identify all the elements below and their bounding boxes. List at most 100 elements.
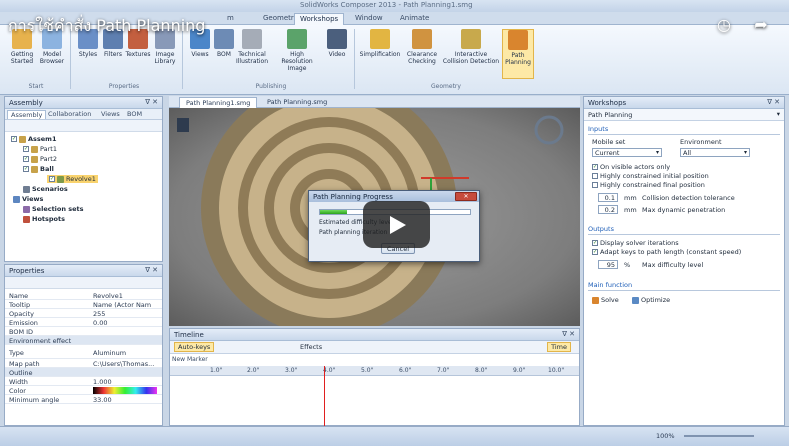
environment-select[interactable]: All bbox=[680, 148, 750, 157]
tab-window[interactable]: Window bbox=[350, 13, 388, 25]
penetration-label: Max dynamic penetration bbox=[642, 206, 726, 214]
color-swatch[interactable] bbox=[93, 387, 157, 394]
pin-icon[interactable]: ∇ ✕ bbox=[767, 98, 780, 106]
checkbox-icon[interactable]: ✓ bbox=[11, 136, 17, 142]
tick-label: 7.0" bbox=[437, 367, 450, 374]
checkbox-icon[interactable] bbox=[592, 173, 598, 179]
auto-keys-button[interactable]: Auto-keys bbox=[174, 342, 215, 352]
checkbox-icon[interactable]: ✓ bbox=[49, 176, 55, 182]
tree-item-selection-sets[interactable]: Selection sets bbox=[23, 205, 84, 213]
tick-label: 3.0" bbox=[285, 367, 298, 374]
checkbox-icon[interactable]: ✓ bbox=[23, 166, 29, 172]
pin-icon[interactable]: ∇ ✕ bbox=[145, 98, 158, 106]
assembly-toolbar bbox=[5, 120, 162, 132]
property-row[interactable]: Name Revolve1 bbox=[5, 291, 162, 300]
tab-m[interactable]: m bbox=[222, 13, 239, 25]
property-row[interactable]: Emission 0.00 bbox=[5, 318, 162, 327]
tab-collaboration[interactable]: Collaboration bbox=[45, 110, 94, 118]
close-icon[interactable]: ✕ bbox=[455, 192, 477, 201]
assembly-panel: Assembly ∇ ✕ Assembly Collaboration View… bbox=[4, 96, 163, 262]
tree-item-hotspots[interactable]: Hotspots bbox=[23, 215, 65, 223]
final-position-checkbox[interactable]: Highly constrained final position bbox=[592, 181, 705, 189]
property-section[interactable]: Environment effect bbox=[5, 336, 162, 345]
film-icon bbox=[327, 29, 347, 49]
pin-icon[interactable]: ∇ ✕ bbox=[145, 266, 158, 274]
tick-label: 8.0" bbox=[475, 367, 488, 374]
difficulty-label: Max difficulty level bbox=[642, 261, 704, 269]
checkbox-icon[interactable] bbox=[592, 182, 598, 188]
save-view-icon bbox=[177, 118, 189, 132]
time-button[interactable]: Time bbox=[547, 342, 571, 352]
share-icon[interactable]: ➦ bbox=[751, 15, 771, 35]
playhead[interactable] bbox=[324, 366, 325, 426]
tree-item-revolve1[interactable]: ✓ Revolve1 bbox=[47, 175, 98, 183]
tab-path-planning1[interactable]: Path Planning1.smg bbox=[179, 97, 258, 108]
tree-item-part2[interactable]: ✓ Part2 bbox=[23, 155, 57, 163]
tree-item-ball[interactable]: ✓ Ball bbox=[23, 165, 54, 173]
zoom-level: 100% bbox=[656, 432, 675, 440]
difficulty-input[interactable]: 95 bbox=[598, 260, 618, 269]
illustration-icon bbox=[242, 29, 262, 49]
tab-assembly[interactable]: Assembly bbox=[7, 110, 47, 119]
environment-label: Environment bbox=[680, 138, 722, 146]
collision-detection-button[interactable]: Interactive Collision Detection bbox=[442, 29, 500, 65]
checkbox-icon[interactable]: ✓ bbox=[592, 240, 598, 246]
tab-views[interactable]: Views bbox=[98, 110, 123, 118]
part-node-icon bbox=[31, 145, 38, 153]
clock-icon[interactable]: ◷ bbox=[714, 15, 734, 35]
tree-item-assem1[interactable]: ✓ Assem1 bbox=[11, 135, 56, 143]
zoom-slider[interactable] bbox=[684, 435, 754, 437]
display-iterations-checkbox[interactable]: ✓ Display solver iterations bbox=[592, 239, 679, 247]
property-row[interactable]: Minimum angle 33.00 bbox=[5, 395, 162, 404]
solve-button[interactable]: Solve bbox=[592, 296, 619, 304]
property-section[interactable]: Outline bbox=[5, 368, 162, 377]
simplification-button[interactable]: Simplification bbox=[358, 29, 402, 58]
tree-item-part1[interactable]: ✓ Part1 bbox=[23, 145, 57, 153]
property-row[interactable]: Type Aluminum bbox=[5, 345, 162, 359]
effects-button[interactable]: Effects bbox=[300, 343, 322, 351]
property-row[interactable]: Tooltip Name (Actor Nam bbox=[5, 300, 162, 309]
visible-actors-checkbox[interactable]: ✓ On visible actors only bbox=[592, 163, 670, 171]
mobile-set-select[interactable]: Current bbox=[592, 148, 662, 157]
property-row[interactable]: BOM ID bbox=[5, 327, 162, 336]
clearance-checking-button[interactable]: Clearance Checking bbox=[404, 29, 440, 65]
adapt-keys-checkbox[interactable]: ✓ Adapt keys to path length (constant spe… bbox=[592, 248, 741, 256]
tab-animate[interactable]: Animate bbox=[395, 13, 434, 25]
timeline-ruler[interactable]: 1.0" 2.0" 3.0" 4.0" 5.0" 6.0" 7.0" 8.0" … bbox=[170, 366, 579, 376]
tolerance-input[interactable]: 0.1 bbox=[598, 193, 618, 202]
checkbox-icon[interactable]: ✓ bbox=[592, 164, 598, 170]
property-row[interactable]: Color bbox=[5, 386, 162, 395]
path-planning-button[interactable]: Path Planning bbox=[502, 29, 534, 79]
group-label-properties: Properties bbox=[108, 83, 140, 90]
checkbox-icon[interactable]: ✓ bbox=[23, 146, 29, 152]
initial-position-checkbox[interactable]: Highly constrained initial position bbox=[592, 172, 709, 180]
property-row[interactable]: Map path C:\Users\Thomas... bbox=[5, 359, 162, 368]
tab-path-planning[interactable]: Path Planning.smg bbox=[261, 97, 333, 108]
pin-icon[interactable]: ∇ ✕ bbox=[562, 330, 575, 338]
checkbox-icon[interactable]: ✓ bbox=[592, 249, 598, 255]
tolerance-unit: mm bbox=[624, 194, 637, 202]
video-play-button[interactable] bbox=[363, 201, 430, 248]
tab-bom[interactable]: BOM bbox=[124, 110, 145, 118]
workshop-selector[interactable]: Path Planning ▾ bbox=[584, 109, 784, 121]
penetration-input[interactable]: 0.2 bbox=[598, 205, 618, 214]
group-separator bbox=[354, 29, 355, 89]
selection-sets-icon bbox=[23, 205, 30, 213]
technical-illustration-button[interactable]: Technical Illustration bbox=[236, 29, 268, 65]
property-row[interactable]: Width 1.000 bbox=[5, 377, 162, 386]
checkbox-icon[interactable]: ✓ bbox=[23, 156, 29, 162]
revolve-node-icon bbox=[57, 175, 64, 183]
video-button[interactable]: Video bbox=[324, 29, 350, 58]
tree-item-views[interactable]: Views bbox=[13, 195, 43, 203]
document-tabs: Path Planning1.smg Path Planning.smg bbox=[169, 96, 580, 108]
optimize-button[interactable]: Optimize bbox=[632, 296, 670, 304]
high-resolution-image-button[interactable]: High Resolution Image bbox=[276, 29, 318, 72]
assembly-panel-header: Assembly ∇ ✕ bbox=[5, 97, 162, 109]
tick-label: 9.0" bbox=[513, 367, 526, 374]
tab-workshops[interactable]: Workshops bbox=[294, 13, 345, 25]
timeline-track-label: New Marker bbox=[172, 356, 208, 363]
solve-icon bbox=[592, 296, 599, 304]
penetration-unit: mm bbox=[624, 206, 637, 214]
tree-item-scenarios[interactable]: Scenarios bbox=[23, 185, 68, 193]
property-row[interactable]: Opacity 255 bbox=[5, 309, 162, 318]
